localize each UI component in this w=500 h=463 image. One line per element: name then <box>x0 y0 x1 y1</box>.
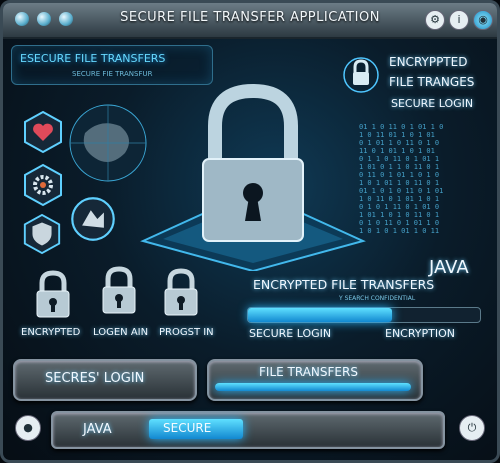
shield-icon[interactable] <box>21 213 63 255</box>
info-icon[interactable]: i <box>449 10 469 30</box>
secure-login-progress-fill <box>248 308 392 322</box>
secure-login-progress <box>247 307 481 323</box>
heart-icon[interactable] <box>21 110 65 154</box>
bottom-bar: JAVA SECURE <box>51 411 445 449</box>
lock-label-login: LOGEN AIN <box>93 327 149 338</box>
circle-icon[interactable]: ● <box>15 415 41 441</box>
lock-login-icon[interactable] <box>99 265 139 317</box>
close-icon[interactable]: ◉ <box>473 10 493 30</box>
power-icon[interactable]: ⏻ <box>459 415 485 441</box>
encryption-label: ENCRYPTION <box>385 327 456 340</box>
right-panel-line2: FILE TRANGES <box>389 75 475 89</box>
settings-gear-icon[interactable] <box>21 163 65 207</box>
lock-progress-icon[interactable] <box>161 267 201 319</box>
lock-label-encrypted: ENCRYPTED <box>21 327 81 338</box>
window-title: SECURE FILE TRANSFER APPLICATION <box>120 10 380 25</box>
gear-icon[interactable]: ⚙ <box>425 10 445 30</box>
file-transfers-button-label: FILE TRANSFERS <box>259 365 358 379</box>
title-bar: SECURE FILE TRANSFER APPLICATION ⚙ i ◉ <box>3 3 497 39</box>
file-transfers-glow <box>215 383 411 391</box>
padlock-icon <box>140 83 366 271</box>
app-window: SECURE FILE TRANSFER APPLICATION ⚙ i ◉ E… <box>0 0 500 463</box>
java-heading: JAVA <box>429 257 469 278</box>
secures-login-button[interactable]: SECRES' LOGIN <box>13 359 197 401</box>
header-panel: ESECURE FILE TRANSFERS SECURE FIE TRANSF… <box>11 45 213 85</box>
encrypted-file-transfers: ENCRYPTED FILE TRANSFERS <box>253 277 435 292</box>
center-subtext: Y SEARCH CONFIDENTIAL <box>339 295 416 302</box>
right-panel-line1: ENCRYPPTED <box>389 55 468 69</box>
right-panel-line3: SECURE LOGIN <box>391 97 474 110</box>
lock-label-progress: PROGST IN <box>159 327 214 338</box>
code-rain: 01 1 0 11 0 1 01 1 01 0 11 01 1 0 1 01 0 … <box>359 123 444 235</box>
badge-icon[interactable] <box>69 195 117 243</box>
secure-tag[interactable]: SECURE <box>149 419 243 439</box>
secure-login-label: SECURE LOGIN <box>249 327 332 340</box>
header-title: ESECURE FILE TRANSFERS <box>20 52 166 65</box>
lock-encrypted-icon[interactable] <box>33 269 73 321</box>
secures-login-button-label: SECRES' LOGIN <box>45 371 145 386</box>
bottom-java-label: JAVA <box>83 422 112 437</box>
header-subtitle: SECURE FIE TRANSFUR <box>72 70 153 78</box>
file-transfers-button[interactable]: FILE TRANSFERS <box>207 359 423 401</box>
secure-tag-label: SECURE <box>163 421 212 435</box>
small-lock-icon <box>343 57 379 93</box>
